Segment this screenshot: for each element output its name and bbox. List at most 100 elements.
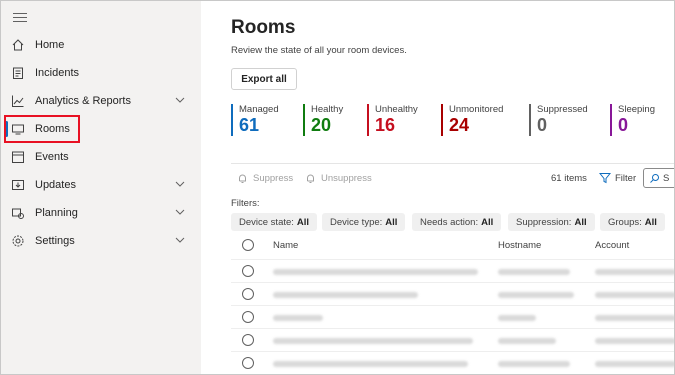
blurred-account <box>595 315 674 321</box>
header-divider <box>231 259 674 260</box>
blurred-name <box>273 315 323 321</box>
row-divider <box>231 282 674 283</box>
chip-name: Needs action: <box>420 216 479 228</box>
chevron-down-icon[interactable] <box>175 180 185 188</box>
search-input[interactable]: S <box>643 168 674 188</box>
filter-chip-suppression[interactable]: Suppression: All <box>508 213 595 231</box>
page-title: Rooms <box>231 17 296 38</box>
unsuppress-label: Unsuppress <box>321 173 372 184</box>
stat-value: 61 <box>239 115 260 135</box>
sidebar-item-label: Settings <box>35 235 75 247</box>
stat-managed[interactable]: Managed 61 <box>231 104 279 136</box>
download-icon <box>12 180 24 190</box>
column-header-hostname[interactable]: Hostname <box>498 240 541 251</box>
column-header-name[interactable]: Name <box>273 240 298 251</box>
filter-chip-device-state[interactable]: Device state: All <box>231 213 318 231</box>
row-divider <box>231 328 674 329</box>
chip-name: Device type: <box>330 216 383 228</box>
sidebar-item-label: Analytics & Reports <box>35 95 131 107</box>
chip-value: All <box>296 216 310 228</box>
unsuppress-button[interactable]: Unsuppress <box>305 173 372 184</box>
filter-chip-groups[interactable]: Groups: All <box>600 213 665 231</box>
export-all-button[interactable]: Export all <box>231 68 297 90</box>
sidebar-item-incidents[interactable]: Incidents <box>1 59 201 87</box>
filter-label: Filter <box>615 172 637 184</box>
sidebar-item-events[interactable]: Events <box>1 143 201 171</box>
row-select-radio[interactable] <box>242 288 254 300</box>
suppress-button[interactable]: Suppress <box>237 173 293 184</box>
row-select-radio[interactable] <box>242 311 254 323</box>
suppress-label: Suppress <box>253 173 294 184</box>
chart-icon <box>12 95 24 107</box>
sidebar-item-label: Incidents <box>35 67 80 79</box>
stat-sleeping[interactable]: Sleeping 0 <box>610 104 655 136</box>
main-content: Rooms Review the state of all your room … <box>201 1 674 374</box>
stat-value: 0 <box>618 115 629 135</box>
row-divider <box>231 351 674 352</box>
chip-value: All <box>574 216 587 228</box>
blurred-name <box>273 361 468 367</box>
filter-chip-device-type[interactable]: Device type: All <box>322 213 406 231</box>
sidebar-item-analytics[interactable]: Analytics & Reports <box>1 87 201 115</box>
search-icon <box>650 173 659 183</box>
row-select-radio[interactable] <box>242 334 254 346</box>
stat-value: 16 <box>375 115 396 135</box>
home-icon <box>12 39 24 51</box>
stat-value: 20 <box>311 115 332 135</box>
row-divider <box>231 305 674 306</box>
row-select-radio[interactable] <box>242 265 254 277</box>
blurred-name <box>273 269 478 275</box>
blurred-account <box>595 361 674 367</box>
stat-label: Unhealthy <box>375 104 418 115</box>
sidebar-item-settings[interactable]: Settings <box>1 227 201 255</box>
chip-name: Groups: <box>608 216 642 228</box>
sidebar-item-label: Home <box>35 39 65 51</box>
blurred-hostname <box>498 338 556 344</box>
blurred-hostname <box>498 315 536 321</box>
sidebar-item-planning[interactable]: Planning <box>1 199 201 227</box>
blurred-name <box>273 292 418 298</box>
page-subtitle: Review the state of all your room device… <box>231 45 407 56</box>
stat-healthy[interactable]: Healthy 20 <box>303 104 343 136</box>
filter-button[interactable]: Filter <box>599 172 636 184</box>
chip-value: All <box>481 216 494 228</box>
stat-unmonitored[interactable]: Unmonitored 24 <box>441 104 503 136</box>
stat-label: Healthy <box>311 104 344 115</box>
blurred-account <box>595 292 674 298</box>
select-all-radio[interactable] <box>242 239 254 251</box>
column-header-account[interactable]: Account <box>595 240 629 251</box>
stat-label: Sleeping <box>618 104 655 115</box>
chevron-down-icon[interactable] <box>175 236 185 244</box>
blurred-account <box>595 269 674 275</box>
blurred-hostname <box>498 269 570 275</box>
sidebar-item-home[interactable]: Home <box>1 31 201 59</box>
stat-label: Managed <box>239 104 279 115</box>
filters-label: Filters: <box>231 198 260 209</box>
bell-snooze-icon <box>239 174 246 183</box>
clipboard-icon <box>13 67 23 79</box>
divider <box>231 163 674 164</box>
chevron-down-icon[interactable] <box>175 96 185 104</box>
hamburger-menu-icon[interactable] <box>13 13 27 23</box>
blurred-account <box>595 338 674 344</box>
chip-name: Suppression: <box>516 216 572 228</box>
row-select-radio[interactable] <box>242 357 254 369</box>
chevron-down-icon[interactable] <box>175 208 185 216</box>
chip-name: Device state: <box>239 216 294 228</box>
filter-icon <box>599 173 611 184</box>
gear-icon <box>12 235 24 247</box>
sidebar: Home Incidents Analytics & Reports Rooms… <box>1 1 201 374</box>
sidebar-item-updates[interactable]: Updates <box>1 171 201 199</box>
bell-icon <box>307 174 314 183</box>
sidebar-item-label: Planning <box>35 207 78 219</box>
blurred-hostname <box>498 361 570 367</box>
stat-suppressed[interactable]: Suppressed 0 <box>529 104 588 136</box>
stat-unhealthy[interactable]: Unhealthy 16 <box>367 104 418 136</box>
filter-chip-needs-action[interactable]: Needs action: All <box>412 213 502 231</box>
planning-icon <box>12 208 24 219</box>
blurred-hostname <box>498 292 574 298</box>
chip-value: All <box>644 216 657 228</box>
app-window: Home Incidents Analytics & Reports Rooms… <box>0 0 675 375</box>
calendar-icon <box>12 151 24 163</box>
highlight-annotation <box>4 115 80 143</box>
